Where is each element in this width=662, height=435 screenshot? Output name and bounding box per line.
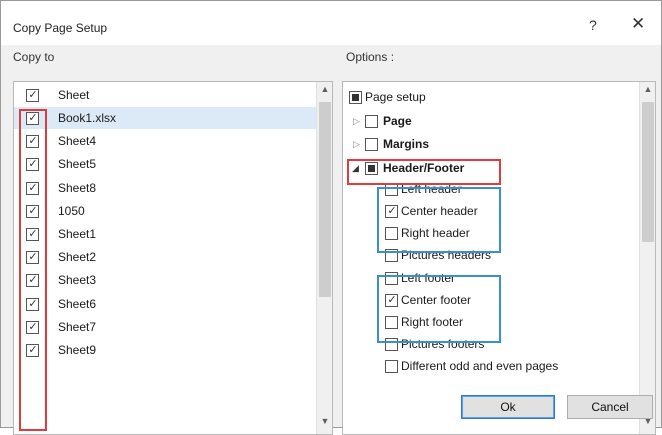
copy-to-scroll-thumb[interactable] xyxy=(319,102,331,297)
sheet-header-row[interactable]: ✓ Sheet xyxy=(14,84,316,106)
sheet-name-label: 1050 xyxy=(58,203,85,218)
header-footer-highlight-red xyxy=(347,159,501,185)
sheet-name-label: Sheet5 xyxy=(58,157,97,172)
sheet-header-label: Sheet xyxy=(58,88,90,102)
scroll-up-icon[interactable]: ▲ xyxy=(317,84,332,94)
tree-page[interactable]: ▷ Page xyxy=(343,110,639,132)
options-tree: Page setup ▷ Page ▷ Margins ◢ Header/Foo… xyxy=(342,81,656,435)
expand-icon[interactable]: ▷ xyxy=(353,110,360,132)
ok-button[interactable]: Ok xyxy=(461,395,555,419)
select-all-checkbox[interactable]: ✓ xyxy=(26,89,39,102)
copy-to-item[interactable]: ✓ Sheet8 xyxy=(14,177,316,199)
copy-to-item[interactable]: ✓ Sheet1 xyxy=(14,223,316,245)
sheet-name-label: Sheet6 xyxy=(58,296,97,311)
dialog-title: Copy Page Setup xyxy=(13,21,108,35)
page-label: Page xyxy=(383,114,412,128)
check-icon: ✓ xyxy=(28,89,38,101)
scroll-up-icon[interactable]: ▲ xyxy=(640,84,655,94)
copy-to-item[interactable]: ✓ Sheet3 xyxy=(14,269,316,291)
close-button[interactable]: ✕ xyxy=(631,14,645,34)
page-setup-label: Page setup xyxy=(365,90,426,104)
copy-to-scrollbar[interactable]: ▲ ▼ xyxy=(316,82,332,434)
options-label: Options : xyxy=(346,50,395,64)
tree-different-odd-even[interactable]: Different odd and even pages xyxy=(343,355,639,377)
copy-to-item[interactable]: ✓ Sheet7 xyxy=(14,316,316,338)
tree-page-setup[interactable]: Page setup xyxy=(343,86,639,108)
copy-to-item[interactable]: ✓ Sheet6 xyxy=(14,293,316,315)
sheet-name-label: Book1.xlsx xyxy=(58,111,117,125)
copy-to-item[interactable]: ✓ Sheet5 xyxy=(14,153,316,175)
margins-label: Margins xyxy=(383,137,430,151)
different-odd-even-label: Different odd and even pages xyxy=(401,359,559,373)
dialog-body: Copy to ✓ Sheet ✓ Book1.xlsx ✓ Sheet4 ✓ Sheet… xyxy=(1,45,661,435)
copy-page-setup-dialog: Copy Page Setup ? ✕ Copy to ✓ Sheet ✓ Boo… xyxy=(0,0,662,435)
different-odd-even-checkbox[interactable] xyxy=(385,360,398,373)
sheet-name-label: Sheet7 xyxy=(58,319,97,334)
copy-to-item[interactable]: ✓ Book1.xlsx xyxy=(14,107,316,129)
partial-icon xyxy=(352,94,359,101)
sheet-name-label: Sheet3 xyxy=(58,273,97,288)
sheet-name-label: Sheet8 xyxy=(58,180,97,195)
header-options-highlight-blue xyxy=(377,187,501,253)
tree-margins[interactable]: ▷ Margins xyxy=(343,133,639,155)
copy-to-item[interactable]: ✓ Sheet9 xyxy=(14,339,316,361)
page-setup-checkbox[interactable] xyxy=(349,91,362,104)
footer-options-highlight-blue xyxy=(377,275,501,343)
scroll-down-icon[interactable]: ▼ xyxy=(317,416,332,426)
sheet-name-label: Sheet9 xyxy=(58,343,97,357)
cancel-button[interactable]: Cancel xyxy=(567,395,653,419)
title-bar: Copy Page Setup ? ✕ xyxy=(1,1,661,45)
options-scrollbar[interactable]: ▲ ▼ xyxy=(639,82,655,434)
sheet-name-label: Sheet2 xyxy=(58,250,97,265)
help-button[interactable]: ? xyxy=(589,17,597,33)
options-scroll-thumb[interactable] xyxy=(642,102,654,242)
margins-checkbox[interactable] xyxy=(365,138,378,151)
expand-icon[interactable]: ▷ xyxy=(353,133,360,155)
copy-to-item[interactable]: ✓ Sheet4 xyxy=(14,130,316,152)
copy-to-label: Copy to xyxy=(13,50,55,64)
page-checkbox[interactable] xyxy=(365,115,378,128)
copy-to-item[interactable]: ✓ Sheet2 xyxy=(14,246,316,268)
sheet-name-label: Sheet1 xyxy=(58,227,97,241)
checkbox-highlight-red xyxy=(19,109,47,431)
sheet-name-label: Sheet4 xyxy=(58,134,97,149)
copy-to-list: ✓ Sheet ✓ Book1.xlsx ✓ Sheet4 ✓ Sheet5 ✓ Sheet8… xyxy=(13,81,333,435)
copy-to-item[interactable]: ✓ 1050 xyxy=(14,200,316,222)
